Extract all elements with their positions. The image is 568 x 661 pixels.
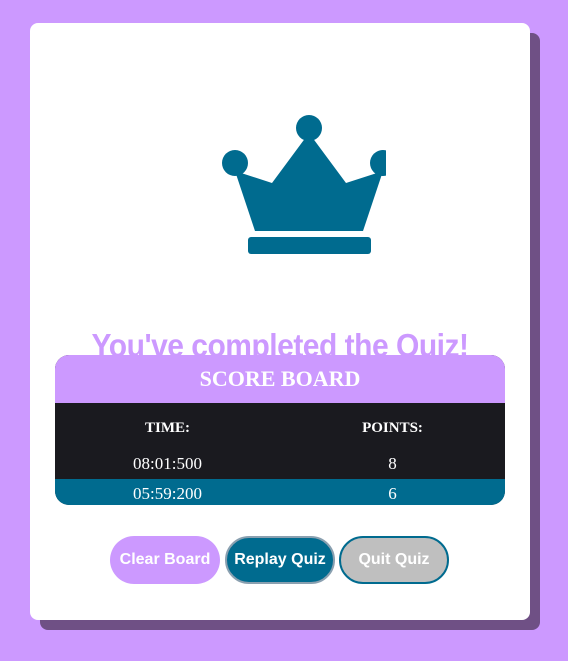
table-row-highlighted: 05:59:200 6 bbox=[55, 479, 505, 505]
table-row: 08:01:500 8 bbox=[55, 449, 505, 479]
replay-quiz-button[interactable]: Replay Quiz bbox=[225, 536, 335, 584]
clear-board-button[interactable]: Clear Board bbox=[110, 536, 220, 584]
column-header-points: POINTS: bbox=[362, 419, 423, 436]
score-board-title: SCORE BOARD bbox=[55, 355, 505, 403]
score-board: SCORE BOARD TIME: POINTS: 08:01:500 8 05… bbox=[55, 355, 505, 505]
column-header-time: TIME: bbox=[145, 419, 190, 436]
quit-quiz-button[interactable]: Quit Quiz bbox=[339, 536, 449, 584]
result-card: You've completed the Quiz! SCORE BOARD T… bbox=[30, 23, 530, 620]
points-cell: 8 bbox=[388, 454, 397, 473]
action-buttons: Clear Board Replay Quiz Quit Quiz bbox=[110, 536, 450, 588]
time-cell: 08:01:500 bbox=[133, 454, 202, 473]
crown-icon bbox=[222, 115, 386, 254]
score-board-header-row: TIME: POINTS: bbox=[55, 403, 505, 449]
time-cell: 05:59:200 bbox=[133, 484, 202, 503]
points-cell: 6 bbox=[388, 484, 397, 503]
